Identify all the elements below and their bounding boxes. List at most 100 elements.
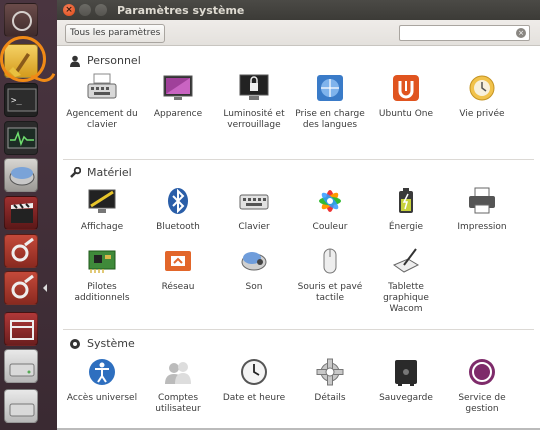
section-title: Matériel	[87, 166, 132, 179]
section-title: Personnel	[87, 54, 141, 67]
item-network[interactable]: Réseau	[140, 245, 216, 293]
item-power[interactable]: Énergie	[368, 185, 444, 233]
backup-safe-icon	[390, 356, 422, 388]
item-mouse-touchpad[interactable]: Souris et pavé tactile	[292, 245, 368, 304]
settings-content: Personnel Agencement du clavier Apparenc…	[57, 46, 540, 430]
item-brightness-lock[interactable]: Luminosité et verrouillage	[216, 72, 292, 131]
user-accounts-icon	[162, 356, 194, 388]
svg-text:>_: >_	[11, 96, 22, 106]
item-label: Souris et pavé tactile	[297, 282, 363, 303]
item-label: Clavier	[238, 222, 270, 232]
clear-search-icon[interactable]: ×	[516, 28, 526, 38]
item-label: Son	[245, 282, 263, 292]
accessibility-icon	[86, 356, 118, 388]
title-bar: × Paramètres système	[57, 0, 540, 20]
power-icon	[390, 185, 422, 217]
terminal-icon[interactable]: >_	[4, 83, 38, 117]
item-details[interactable]: Détails	[292, 356, 368, 404]
item-privacy[interactable]: Vie privée	[444, 72, 520, 120]
removable-drive-icon[interactable]	[4, 349, 38, 383]
wacom-icon	[390, 245, 422, 277]
item-management-service[interactable]: Service de gestion	[444, 356, 520, 415]
item-label: Énergie	[388, 222, 424, 232]
keyboard-layout-icon	[86, 72, 118, 104]
item-label: Impression	[457, 222, 507, 232]
item-label: Détails	[314, 393, 346, 403]
appearance-icon	[162, 72, 194, 104]
item-label: Luminosité et verrouillage	[223, 109, 285, 130]
window-title: Paramètres système	[117, 3, 245, 17]
video-editor-icon[interactable]	[4, 196, 38, 230]
item-label: Ubuntu One	[378, 109, 434, 119]
settings-window: × Paramètres système Tous les paramètres…	[57, 0, 540, 430]
disk-utility-icon[interactable]	[4, 158, 38, 192]
item-label: Couleur	[312, 222, 348, 232]
section-divider	[63, 159, 534, 160]
sound-icon	[238, 245, 270, 277]
item-label: Bluetooth	[156, 222, 200, 232]
system-gear-icon	[69, 338, 81, 350]
item-label: Tablette graphique Wacom	[383, 282, 429, 314]
item-language-support[interactable]: Prise en charge des langues	[292, 72, 368, 131]
toolbar: Tous les paramètres ×	[57, 20, 540, 46]
minimize-button[interactable]	[79, 4, 91, 16]
language-icon	[314, 72, 346, 104]
item-backup[interactable]: Sauvegarde	[368, 356, 444, 404]
item-label: Réseau	[161, 282, 195, 292]
clock-icon	[238, 356, 270, 388]
item-label: Agencement du clavier	[66, 109, 138, 130]
item-date-time[interactable]: Date et heure	[216, 356, 292, 404]
item-universal-access[interactable]: Accès universel	[64, 356, 140, 404]
privacy-icon	[466, 72, 498, 104]
wrench-icon	[69, 166, 82, 179]
section-personnel: Personnel	[69, 54, 141, 67]
item-label: Accès universel	[66, 393, 138, 403]
item-wacom-tablet[interactable]: Tablette graphique Wacom	[368, 245, 444, 315]
ubuntu-one-icon	[390, 72, 422, 104]
item-label: Apparence	[153, 109, 203, 119]
unity-launcher: >_	[0, 0, 57, 430]
display-icon	[86, 185, 118, 217]
user-icon	[69, 55, 81, 67]
section-divider	[63, 329, 534, 330]
system-settings-icon[interactable]	[4, 271, 38, 305]
item-label: Service de gestion	[458, 393, 506, 414]
maximize-button[interactable]	[95, 4, 107, 16]
details-gear-icon	[314, 356, 346, 388]
color-icon	[314, 185, 346, 217]
all-settings-button[interactable]: Tous les paramètres	[65, 24, 166, 43]
item-keyboard-layout[interactable]: Agencement du clavier	[64, 72, 140, 131]
removable-drive-2-icon[interactable]	[4, 389, 38, 423]
item-additional-drivers[interactable]: Pilotes additionnels	[64, 245, 140, 304]
landscape-icon	[466, 356, 498, 388]
item-keyboard[interactable]: Clavier	[216, 185, 292, 233]
bluetooth-icon	[162, 185, 194, 217]
item-display[interactable]: Affichage	[64, 185, 140, 233]
item-label: Pilotes additionnels	[74, 282, 130, 303]
item-user-accounts[interactable]: Comptes utilisateur	[140, 356, 216, 415]
drivers-icon	[86, 245, 118, 277]
item-color[interactable]: Couleur	[292, 185, 368, 233]
mouse-icon	[314, 245, 346, 277]
section-title: Système	[87, 337, 135, 350]
section-systeme: Système	[69, 337, 135, 350]
workspace-switcher-icon[interactable]	[4, 312, 38, 346]
dash-home-icon[interactable]	[4, 3, 38, 37]
item-label: Affichage	[80, 222, 124, 232]
item-appearance[interactable]: Apparence	[140, 72, 216, 120]
brightness-lock-icon	[238, 72, 270, 104]
keyboard-icon	[238, 185, 270, 217]
section-materiel: Matériel	[69, 166, 132, 179]
settings-tools-icon[interactable]	[4, 234, 38, 268]
search-input[interactable]: ×	[399, 25, 530, 41]
item-bluetooth[interactable]: Bluetooth	[140, 185, 216, 233]
printer-icon	[466, 185, 498, 217]
item-printing[interactable]: Impression	[444, 185, 520, 233]
item-sound[interactable]: Son	[216, 245, 292, 293]
close-button[interactable]: ×	[63, 4, 75, 16]
system-monitor-icon[interactable]	[4, 121, 38, 155]
active-app-arrow	[43, 284, 47, 292]
item-label: Comptes utilisateur	[155, 393, 201, 414]
item-ubuntu-one[interactable]: Ubuntu One	[368, 72, 444, 120]
item-label: Vie privée	[459, 109, 505, 119]
